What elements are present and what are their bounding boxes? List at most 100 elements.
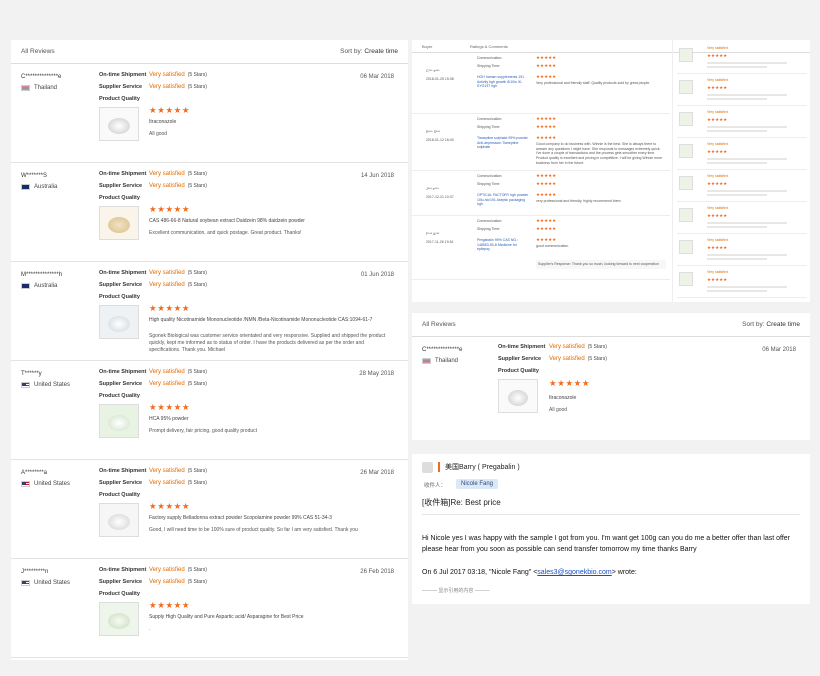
buyer-column-header: Buyer bbox=[422, 43, 433, 49]
review-item: T******y United States 28 May 2018 On-time … bbox=[11, 361, 408, 460]
product-thumbnail[interactable] bbox=[99, 404, 139, 438]
product-name[interactable]: CAS 486-66-8 Natural soybean extract Dai… bbox=[149, 218, 394, 225]
reviewer-name: T******y bbox=[21, 371, 42, 377]
email-link[interactable]: sales3@sgonekbio.com bbox=[537, 569, 611, 576]
side-review-thumb: Very satisfied ★★★★★ bbox=[677, 236, 807, 266]
review-comment: All good bbox=[149, 131, 168, 137]
supplier-rating: Very satisfied (5 Stars) bbox=[149, 282, 207, 288]
sort-control-2[interactable]: Sort by: Create time bbox=[742, 321, 800, 328]
communication-label: Communication: bbox=[477, 174, 503, 178]
side-product-image bbox=[679, 112, 693, 126]
email-panel: 美国Barry ( Pregabalin ) 收件人： Nicole Fang … bbox=[412, 454, 810, 604]
review-date: 28 May 2018 bbox=[359, 371, 394, 377]
product-link[interactable]: Pregabalin 99% CAS NO.: 148553-50-8 Medi… bbox=[477, 238, 529, 252]
side-review-thumb: Very satisfied ★★★★★ bbox=[677, 44, 807, 74]
side-rating: Very satisfied bbox=[707, 142, 728, 146]
review-item: M**************h Australia 01 Jun 2018 On-t… bbox=[11, 262, 408, 361]
quality-stars: ★★★★★ bbox=[149, 600, 191, 610]
side-line bbox=[707, 190, 787, 192]
reviewer-name: J*********n bbox=[21, 569, 49, 575]
side-product-image bbox=[679, 80, 693, 94]
quoted-header: On 6 Jul 2017 03:18, "Nicole Fang" <sale… bbox=[422, 569, 637, 576]
sort-control[interactable]: Sort by: Create time bbox=[340, 48, 398, 55]
recipient-label: 收件人： bbox=[424, 483, 447, 489]
side-line bbox=[707, 290, 767, 292]
side-line bbox=[707, 130, 767, 132]
side-product-image bbox=[679, 208, 693, 222]
reviewer-country: United States bbox=[21, 580, 70, 586]
supplier-label: Supplier Service bbox=[99, 579, 143, 585]
side-rating: Very satisfied bbox=[707, 270, 728, 274]
reviewer-country: Australia bbox=[21, 283, 57, 289]
review-comment: Good, I will need time to be 100% sure o… bbox=[149, 527, 358, 533]
ontime-label: On-time Shipment bbox=[498, 344, 546, 350]
side-line bbox=[707, 98, 767, 100]
product-name[interactable]: High quality Nicotinamide Mononucleotide… bbox=[149, 317, 394, 324]
recipient-chip[interactable]: Nicole Fang bbox=[456, 479, 499, 489]
supplier-label: Supplier Service bbox=[99, 183, 143, 189]
product-thumbnail[interactable] bbox=[498, 379, 538, 413]
show-quoted-toggle[interactable]: ——— 显示引用的内容 ——— bbox=[422, 587, 490, 594]
quality-stars: ★★★★★ bbox=[536, 192, 557, 197]
side-rating: Very satisfied bbox=[707, 206, 728, 210]
side-product-image bbox=[679, 176, 693, 190]
side-rating: Very satisfied bbox=[707, 46, 728, 50]
side-stars: ★★★★★ bbox=[707, 149, 728, 154]
side-line bbox=[707, 158, 787, 160]
review-date: 26 Feb 2018 bbox=[360, 569, 394, 575]
product-thumbnail[interactable] bbox=[99, 305, 139, 339]
shipping-stars: ★★★★★ bbox=[536, 226, 557, 231]
side-rating: Very satisfied bbox=[707, 238, 728, 242]
product-thumbnail[interactable] bbox=[99, 206, 139, 240]
review-date: 14 Jun 2018 bbox=[360, 173, 394, 179]
ontime-label: On-time Shipment bbox=[99, 567, 147, 573]
email-subject: [收件箱]Re: Best price bbox=[422, 498, 501, 507]
ontime-rating: Very satisfied (5 Stars) bbox=[149, 270, 207, 276]
all-reviews-panel: All Reviews Sort by: Create time C******… bbox=[11, 40, 408, 660]
review-date: 2018-01-12 16:40 bbox=[426, 138, 454, 142]
ratings-column-header: Ratings & Comments bbox=[470, 43, 508, 49]
ontime-label: On-time Shipment bbox=[99, 369, 147, 375]
ontime-label: On-time Shipment bbox=[99, 171, 147, 177]
product-name[interactable]: HCA 95% powder bbox=[149, 416, 394, 423]
comment-text: very professional and friendly, highly r… bbox=[536, 199, 621, 203]
communication-stars: ★★★★★ bbox=[536, 173, 557, 178]
quality-label: Product Quality bbox=[99, 195, 140, 201]
communication-stars: ★★★★★ bbox=[536, 55, 557, 60]
side-line bbox=[707, 226, 767, 228]
supplier-rating: Very satisfied (5 Stars) bbox=[549, 356, 607, 362]
side-stars: ★★★★★ bbox=[707, 53, 728, 58]
ontime-rating: Very satisfied (5 Stars) bbox=[549, 344, 607, 350]
product-link[interactable]: OPTICAL FACTORY hgh powder 10iu /sk/191 … bbox=[477, 193, 529, 207]
reviewer-name: C**************e bbox=[422, 347, 463, 353]
shipping-stars: ★★★★★ bbox=[536, 124, 557, 129]
product-link[interactable]: HGH human supplements 191 Activity hgh g… bbox=[477, 75, 529, 89]
side-line bbox=[707, 286, 787, 288]
side-line bbox=[707, 222, 787, 224]
product-thumbnail[interactable] bbox=[99, 503, 139, 537]
quality-label: Product Quality bbox=[99, 393, 140, 399]
product-name[interactable]: Supply High Quality and Pure Aspartic ac… bbox=[149, 614, 394, 621]
product-thumbnail[interactable] bbox=[99, 107, 139, 141]
shipping-stars: ★★★★★ bbox=[536, 181, 557, 186]
quality-stars: ★★★★★ bbox=[549, 378, 591, 388]
reviewer-name: A********a bbox=[21, 470, 48, 476]
product-name[interactable]: Factory supply Belladonna extract powder… bbox=[149, 515, 394, 522]
product-link[interactable]: Tianeptine sulphate 99% powder Anti-depr… bbox=[477, 136, 529, 150]
side-stars: ★★★★★ bbox=[707, 181, 728, 186]
product-thumbnail[interactable] bbox=[99, 602, 139, 636]
table-row: R*** S*** 2018-01-12 16:40 Communication: ★… bbox=[412, 114, 670, 171]
comment-text: Good company to do business with. Winnie… bbox=[536, 142, 663, 165]
review-date: 26 Mar 2018 bbox=[360, 470, 394, 476]
reviewer-country: Thailand bbox=[422, 358, 458, 364]
product-name[interactable]: Itraconazole bbox=[149, 119, 394, 126]
side-line bbox=[707, 194, 767, 196]
review-date: 2017-11-26 19:16 bbox=[426, 240, 454, 244]
ontime-label: On-time Shipment bbox=[99, 270, 147, 276]
country-flag-icon bbox=[21, 481, 30, 487]
product-name[interactable]: Itraconazole bbox=[549, 395, 794, 402]
review-list: C**************e Thailand 06 Mar 2018 On-ti… bbox=[11, 64, 408, 658]
comment-text: Very professional and friendly staff. Qu… bbox=[536, 81, 651, 85]
side-stars: ★★★★★ bbox=[707, 213, 728, 218]
reviewer-country: Australia bbox=[21, 184, 57, 190]
